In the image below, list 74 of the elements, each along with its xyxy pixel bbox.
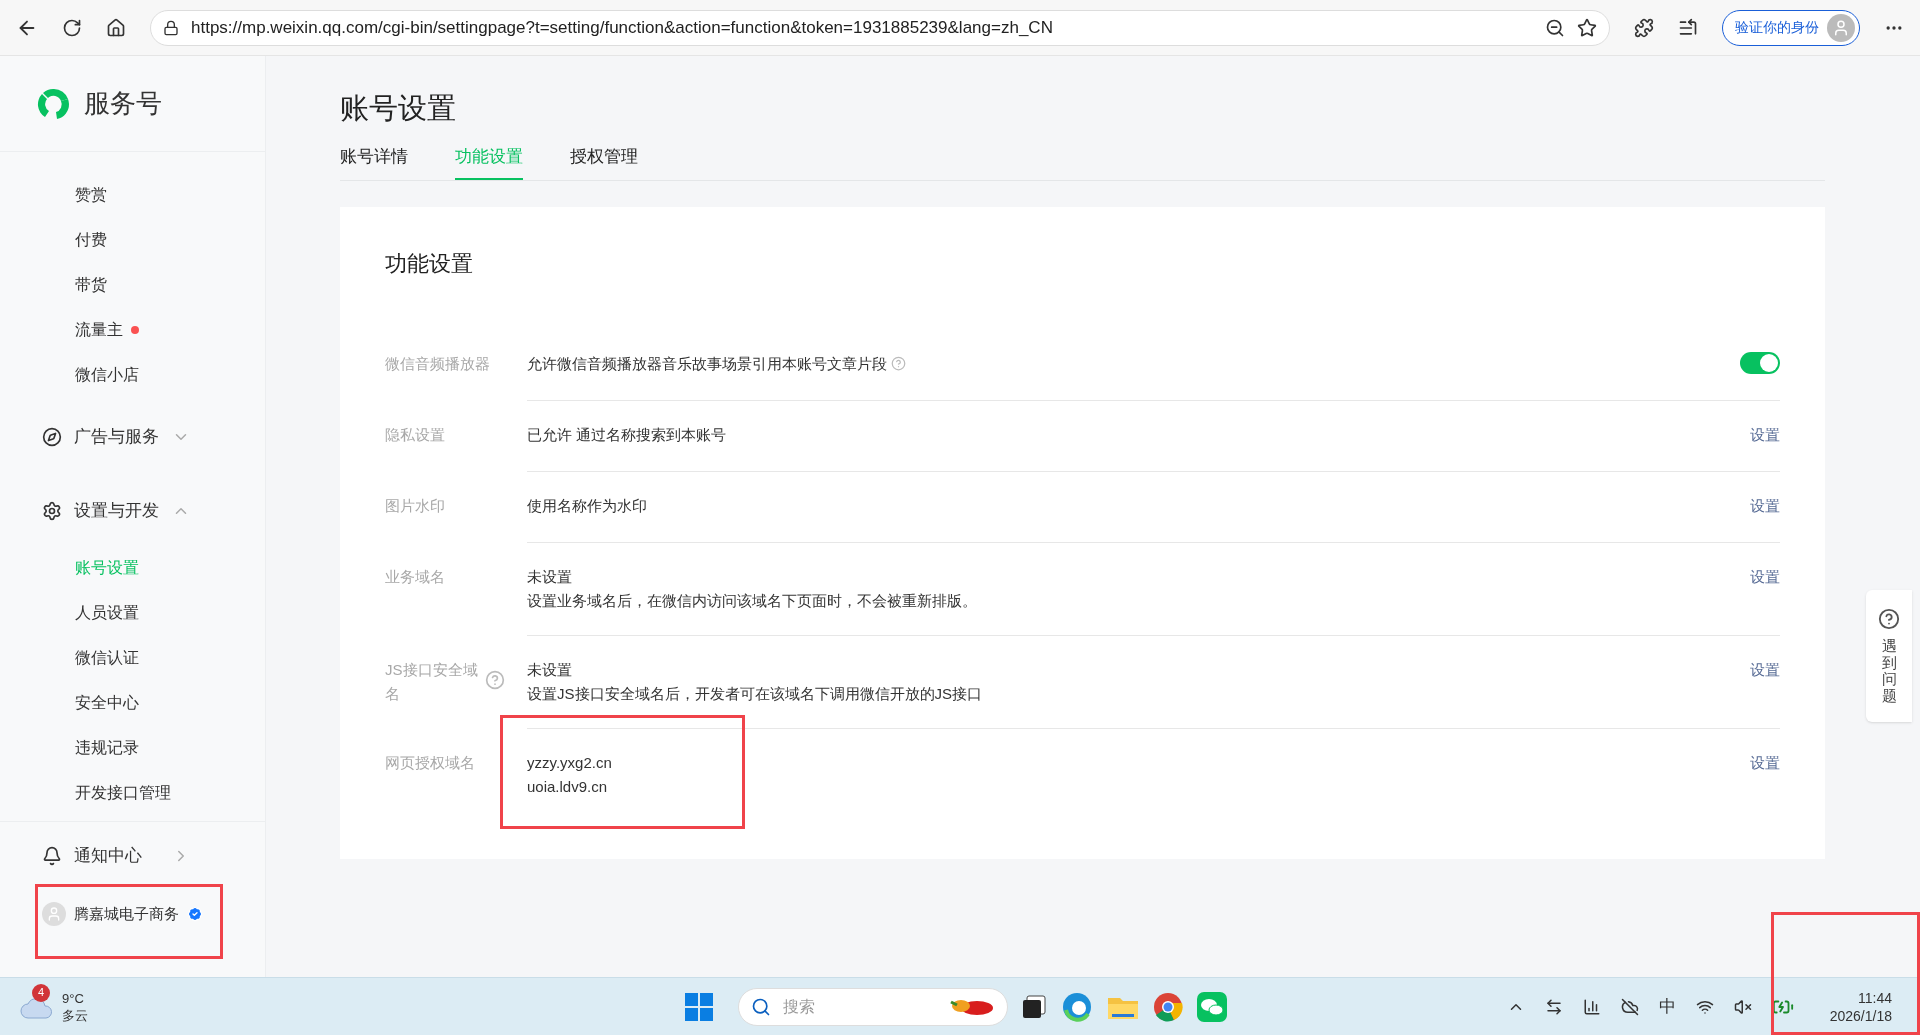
help-text: 遇到问题 [1881, 638, 1897, 704]
task-view-icon[interactable] [1020, 992, 1048, 1021]
setting-value: 允许微信音频播放器音乐故事场景引用本账号文章片段 [527, 353, 887, 374]
search-input[interactable]: 搜索 [783, 994, 935, 1019]
nav-group[interactable]: 设置与开发 [74, 498, 160, 524]
logo-text: 服务号 [84, 87, 162, 120]
settings-link[interactable]: 设置 [1750, 564, 1780, 589]
lock-icon [163, 19, 179, 36]
compass-icon [42, 427, 62, 447]
nav-item[interactable]: 微信认证 [75, 645, 139, 670]
setting-value: yzzy.yxg2.cn [527, 752, 612, 773]
setting-value: 设置业务域名后，在微信内访问该域名下页面时，不会被重新排版。 [527, 590, 977, 611]
favorites-icon[interactable] [1678, 17, 1698, 38]
notification-badge: 4 [32, 983, 50, 1002]
account-name[interactable]: 腾嘉城电子商务 [74, 902, 179, 926]
weather-temp: 9°C [62, 989, 85, 1007]
ime-indicator[interactable]: 中 [1658, 993, 1676, 1020]
setting-value: 未设置 [527, 659, 572, 680]
settings-icon [42, 501, 62, 521]
tab[interactable]: 授权管理 [570, 144, 638, 180]
nav-group[interactable]: 通知中心 [74, 842, 160, 869]
windows-start-icon[interactable] [684, 991, 714, 1022]
nav-item[interactable]: 赞赏 [75, 182, 107, 207]
page-title: 账号设置 [340, 91, 457, 126]
settings-link[interactable]: 设置 [1750, 422, 1780, 447]
nav-group[interactable]: 广告与服务 [74, 424, 160, 450]
zoom-out-icon[interactable] [1545, 17, 1565, 38]
star-icon[interactable] [1577, 17, 1597, 38]
search-icon [751, 996, 771, 1017]
chrome-icon[interactable] [1152, 990, 1184, 1023]
nav-item[interactable]: 流量主 [75, 317, 123, 342]
setting-label: 网页授权域名 [385, 752, 476, 773]
extensions-icon[interactable] [1634, 17, 1654, 38]
setting-value: 已允许 通过名称搜索到本账号 [527, 424, 727, 445]
help-icon [1878, 608, 1900, 630]
url-text: https://mp.weixin.qq.com/cgi-bin/settingpage?t=setting/function&action=function&token=1931885239&lang=zh_CN [191, 16, 1054, 39]
weather-condition: 多云 [62, 1006, 88, 1024]
bell-icon [42, 845, 62, 866]
bars-icon[interactable] [1582, 997, 1601, 1016]
home-icon[interactable] [106, 17, 126, 38]
avatar-icon [42, 902, 66, 926]
avatar-icon [1827, 13, 1855, 42]
taskbar-search-field[interactable]: 搜索 [738, 987, 1008, 1026]
nav-item[interactable]: 违规记录 [75, 735, 139, 760]
reload-icon[interactable] [62, 17, 82, 38]
setting-value: uoia.ldv9.cn [527, 776, 608, 797]
nav-item[interactable]: 带货 [75, 272, 107, 297]
settings-link[interactable]: 设置 [1750, 750, 1780, 775]
transfer-icon[interactable] [1544, 997, 1563, 1016]
cloud-off-icon[interactable] [1620, 997, 1639, 1016]
settings-link[interactable]: 设置 [1750, 493, 1780, 518]
setting-value: 设置JS接口安全域名后，开发者可在该域名下调用微信开放的JS接口 [527, 683, 982, 704]
mute-icon[interactable] [1733, 997, 1752, 1016]
card-title: 功能设置 [385, 249, 474, 278]
setting-label: 业务域名 [385, 566, 446, 587]
nav-item[interactable]: 微信小店 [75, 362, 139, 387]
setting-value: 使用名称作为水印 [527, 495, 647, 516]
tab[interactable]: 账号详情 [340, 144, 408, 180]
toggle-switch[interactable] [1740, 351, 1780, 374]
setting-label: 微信音频播放器 [385, 353, 491, 374]
nav-item[interactable]: 开发接口管理 [75, 780, 171, 805]
nav-item[interactable]: 付费 [75, 227, 107, 252]
setting-label: 隐私设置 [385, 424, 446, 445]
help-panel[interactable]: 遇到问题 [1866, 590, 1912, 722]
setting-label: 图片水印 [385, 495, 446, 516]
profile-button[interactable]: 验证你的身份 [1722, 9, 1860, 46]
settings-link[interactable]: 设置 [1750, 657, 1780, 682]
address-bar[interactable]: https://mp.weixin.qq.com/cgi-bin/settingpage?t=setting/function&action=function&token=1931885239&lang=zh_CN [150, 9, 1610, 46]
setting-label: JS接口安全域名 [385, 659, 479, 704]
nav-item[interactable]: 安全中心 [75, 690, 139, 715]
nav-item[interactable]: 人员设置 [75, 600, 139, 625]
clock-date: 2026/1/18 [1829, 1006, 1892, 1025]
clock-time: 11:44 [1858, 988, 1892, 1007]
setting-value: 未设置 [527, 566, 572, 587]
